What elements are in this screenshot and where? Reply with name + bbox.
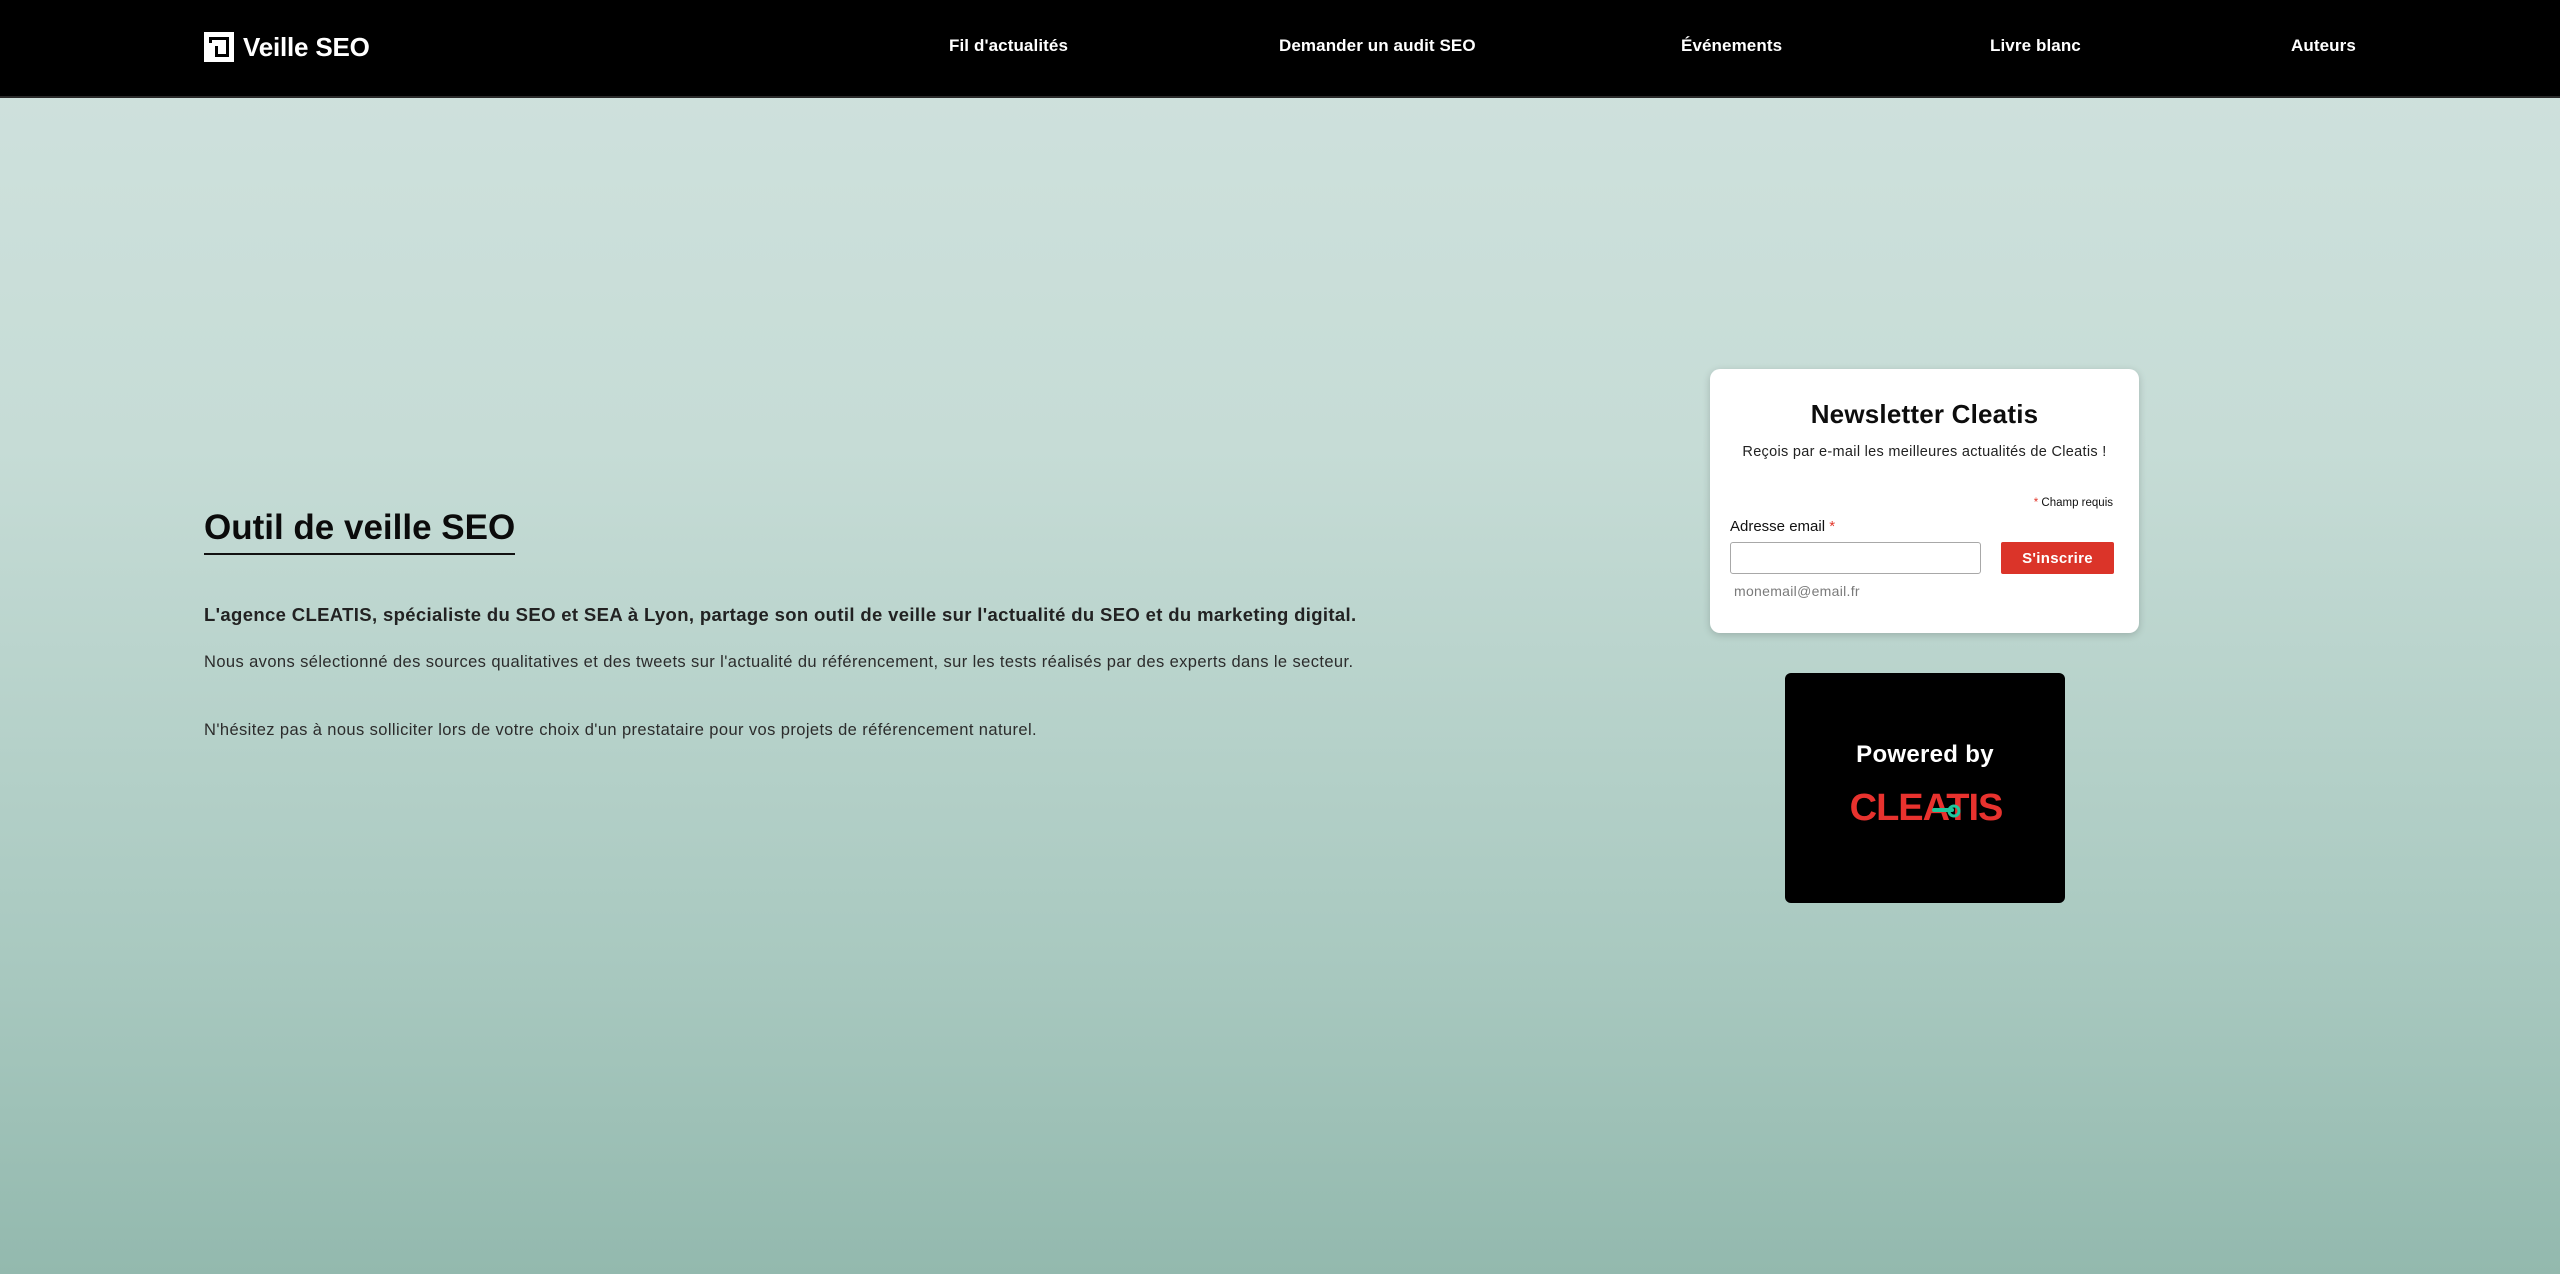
page-title: Outil de veille SEO [204,508,516,555]
cleatis-logo-text: CLEATIS [1850,787,2002,829]
subscribe-button[interactable]: S'inscrire [2001,542,2114,574]
nav-fil-actualites[interactable]: Fil d'actualités [949,36,1068,56]
brand-link[interactable]: Veille SEO [204,30,370,64]
nav-demander-audit[interactable]: Demander un audit SEO [1279,36,1476,56]
email-hint: monemail@email.fr [1734,583,1860,599]
brand-name: Veille SEO [243,31,370,62]
required-field-note: * Champ requis [2034,497,2113,509]
email-label-text: Adresse email [1730,518,1826,535]
email-label: Adresse email * [1730,518,1835,535]
newsletter-description: Reçois par e-mail les meilleures actuali… [1742,444,2107,460]
newsletter-card: Newsletter Cleatis Reçois par e-mail les… [1710,369,2139,633]
nav-auteurs[interactable]: Auteurs [2291,36,2356,56]
required-asterisk: * [2033,497,2039,509]
square-frame-icon [204,32,234,62]
powered-by-text: Powered by [1856,741,1994,768]
nav-livre-blanc[interactable]: Livre blanc [1990,36,2081,56]
lead-paragraph: L'agence CLEATIS, spécialiste du SEO et … [204,604,1357,625]
site-header: Veille SEO Fil d'actualités Demander un … [0,0,2560,98]
email-required-asterisk: * [1829,518,1836,535]
nav-evenements[interactable]: Événements [1681,36,1782,56]
intro-paragraph: Nous avons sélectionné des sources quali… [204,653,1354,671]
newsletter-title: Newsletter Cleatis [1810,399,2039,429]
powered-by-box[interactable]: Powered by CLEATIS [1785,673,2065,903]
required-note-text: Champ requis [2041,497,2113,509]
cleatis-logo: CLEATIS [1850,787,2002,829]
contact-paragraph: N'hésitez pas à nous solliciter lors de … [204,721,1038,739]
email-input[interactable] [1730,542,1981,574]
